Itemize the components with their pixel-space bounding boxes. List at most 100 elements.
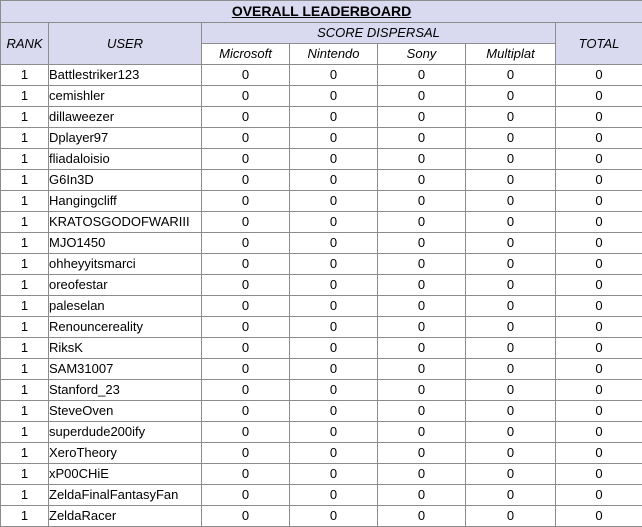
microsoft-score-cell: 0 [202, 212, 290, 233]
table-row: 1superdude200ify00000 [1, 422, 642, 443]
nintendo-score-cell: 0 [290, 149, 378, 170]
sony-score-cell: 0 [378, 233, 466, 254]
microsoft-score-cell: 0 [202, 170, 290, 191]
total-score-cell: 0 [556, 275, 642, 296]
multiplat-score-cell: 0 [466, 254, 556, 275]
microsoft-score-cell: 0 [202, 275, 290, 296]
nintendo-score-cell: 0 [290, 107, 378, 128]
sony-score-cell: 0 [378, 317, 466, 338]
table-row: 1Battlestriker12300000 [1, 65, 642, 86]
total-score-cell: 0 [556, 86, 642, 107]
sony-score-cell: 0 [378, 380, 466, 401]
microsoft-score-cell: 0 [202, 464, 290, 485]
sony-score-cell: 0 [378, 149, 466, 170]
nintendo-score-cell: 0 [290, 233, 378, 254]
total-score-cell: 0 [556, 65, 642, 86]
user-cell: dillaweezer [49, 107, 202, 128]
total-score-cell: 0 [556, 443, 642, 464]
rank-cell: 1 [1, 317, 49, 338]
sony-header: Sony [378, 44, 466, 65]
nintendo-score-cell: 0 [290, 464, 378, 485]
microsoft-score-cell: 0 [202, 317, 290, 338]
multiplat-score-cell: 0 [466, 128, 556, 149]
multiplat-score-cell: 0 [466, 65, 556, 86]
multiplat-score-cell: 0 [466, 485, 556, 506]
leaderboard-header: OVERALL LEADERBOARD RANK USER SCORE DISP… [1, 1, 642, 65]
user-cell: KRATOSGODOFWARIII [49, 212, 202, 233]
user-header: USER [49, 23, 202, 65]
user-cell: G6In3D [49, 170, 202, 191]
table-row: 1KRATOSGODOFWARIII00000 [1, 212, 642, 233]
multiplat-score-cell: 0 [466, 422, 556, 443]
table-row: 1ZeldaFinalFantasyFan00000 [1, 485, 642, 506]
table-row: 1fliadaloisio00000 [1, 149, 642, 170]
sony-score-cell: 0 [378, 506, 466, 527]
user-cell: oreofestar [49, 275, 202, 296]
microsoft-score-cell: 0 [202, 422, 290, 443]
microsoft-score-cell: 0 [202, 86, 290, 107]
nintendo-score-cell: 0 [290, 212, 378, 233]
leaderboard-table: OVERALL LEADERBOARD RANK USER SCORE DISP… [0, 0, 642, 527]
sony-score-cell: 0 [378, 191, 466, 212]
microsoft-score-cell: 0 [202, 107, 290, 128]
total-score-cell: 0 [556, 128, 642, 149]
rank-header: RANK [1, 23, 49, 65]
user-cell: Hangingcliff [49, 191, 202, 212]
multiplat-score-cell: 0 [466, 149, 556, 170]
table-row: 1XeroTheory00000 [1, 443, 642, 464]
sony-score-cell: 0 [378, 338, 466, 359]
microsoft-score-cell: 0 [202, 65, 290, 86]
leaderboard-title-text: OVERALL LEADERBOARD [232, 3, 411, 19]
user-cell: XeroTheory [49, 443, 202, 464]
multiplat-score-cell: 0 [466, 443, 556, 464]
user-cell: ZeldaFinalFantasyFan [49, 485, 202, 506]
user-cell: Stanford_23 [49, 380, 202, 401]
rank-cell: 1 [1, 170, 49, 191]
table-row: 1ohheyyitsmarci00000 [1, 254, 642, 275]
sony-score-cell: 0 [378, 275, 466, 296]
table-row: 1G6In3D00000 [1, 170, 642, 191]
user-cell: paleselan [49, 296, 202, 317]
microsoft-score-cell: 0 [202, 233, 290, 254]
nintendo-score-cell: 0 [290, 275, 378, 296]
user-cell: ohheyyitsmarci [49, 254, 202, 275]
rank-cell: 1 [1, 296, 49, 317]
rank-cell: 1 [1, 464, 49, 485]
multiplat-header: Multiplat [466, 44, 556, 65]
nintendo-header: Nintendo [290, 44, 378, 65]
nintendo-score-cell: 0 [290, 65, 378, 86]
rank-cell: 1 [1, 107, 49, 128]
table-row: 1Hangingcliff00000 [1, 191, 642, 212]
sony-score-cell: 0 [378, 128, 466, 149]
nintendo-score-cell: 0 [290, 128, 378, 149]
nintendo-score-cell: 0 [290, 359, 378, 380]
nintendo-score-cell: 0 [290, 443, 378, 464]
nintendo-score-cell: 0 [290, 296, 378, 317]
rank-cell: 1 [1, 191, 49, 212]
multiplat-score-cell: 0 [466, 338, 556, 359]
total-score-cell: 0 [556, 233, 642, 254]
table-row: 1SteveOven00000 [1, 401, 642, 422]
user-cell: SteveOven [49, 401, 202, 422]
table-row: 1Renouncereality00000 [1, 317, 642, 338]
multiplat-score-cell: 0 [466, 212, 556, 233]
total-score-cell: 0 [556, 170, 642, 191]
rank-cell: 1 [1, 401, 49, 422]
multiplat-score-cell: 0 [466, 296, 556, 317]
nintendo-score-cell: 0 [290, 506, 378, 527]
total-score-cell: 0 [556, 107, 642, 128]
nintendo-score-cell: 0 [290, 401, 378, 422]
multiplat-score-cell: 0 [466, 275, 556, 296]
multiplat-score-cell: 0 [466, 233, 556, 254]
microsoft-score-cell: 0 [202, 254, 290, 275]
rank-cell: 1 [1, 422, 49, 443]
multiplat-score-cell: 0 [466, 107, 556, 128]
nintendo-score-cell: 0 [290, 254, 378, 275]
total-score-cell: 0 [556, 317, 642, 338]
table-row: 1ZeldaRacer00000 [1, 506, 642, 527]
total-score-cell: 0 [556, 506, 642, 527]
multiplat-score-cell: 0 [466, 464, 556, 485]
sony-score-cell: 0 [378, 401, 466, 422]
rank-cell: 1 [1, 233, 49, 254]
total-score-cell: 0 [556, 464, 642, 485]
